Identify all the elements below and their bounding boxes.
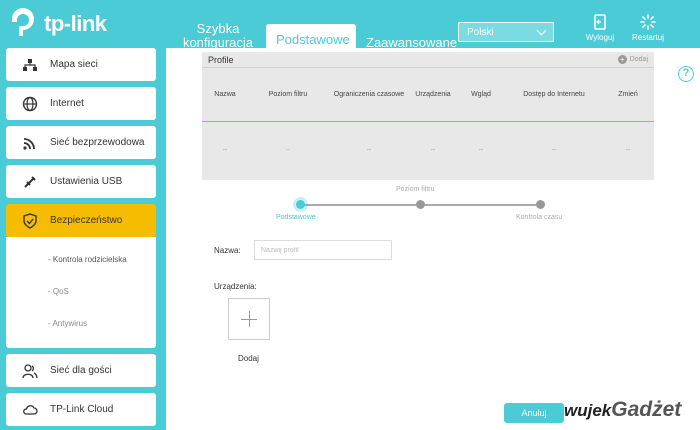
shield-icon	[23, 212, 37, 229]
profile-name-input[interactable]	[254, 240, 392, 260]
brand-name: tp-link	[44, 11, 107, 36]
security-submenu: - Kontrola rodzicielska - QoS - Antywiru…	[6, 237, 156, 348]
step-dot-filter-level	[416, 200, 425, 209]
step-label-filter-level: Poziom filtru	[396, 186, 435, 193]
language-select[interactable]: Polski	[458, 22, 554, 42]
language-value: Polski	[467, 26, 494, 38]
usb-icon	[24, 175, 36, 188]
sidebar-item-security[interactable]: Bezpieczeństwo	[6, 204, 156, 237]
cloud-icon	[23, 404, 38, 415]
table-cell: --	[551, 146, 557, 154]
add-device-label: Dodaj	[238, 354, 259, 363]
step-dot-time-control	[536, 200, 545, 209]
sidebar-item-label: TP-Link Cloud	[50, 404, 114, 415]
name-label: Nazwa:	[214, 246, 241, 255]
cancel-button[interactable]: Anuluj	[504, 403, 564, 423]
sidebar-item-label: Bezpieczeństwo	[50, 215, 123, 226]
step-dot-basic	[296, 200, 305, 209]
table-cell: --	[625, 146, 631, 154]
help-icon[interactable]: ?	[678, 66, 694, 82]
wizard-stepper: Podstawowe Poziom filtru Kontrola czasu	[276, 184, 566, 224]
sidebar-item-label: Ustawienia USB	[50, 176, 123, 187]
sidebar-item-network-map[interactable]: Mapa sieci	[6, 48, 156, 81]
add-profile-button[interactable]: + Dodaj	[617, 55, 648, 64]
restart-label: Restartuj	[631, 33, 664, 42]
profile-table: Profile + Dodaj Nazwa Poziom filtru Ogra…	[202, 52, 654, 180]
table-cell: --	[366, 146, 372, 154]
profile-title: Profile	[208, 54, 234, 65]
submenu-item-antivirus[interactable]: - Antywirus	[6, 311, 156, 343]
watermark-text-a: wujek	[564, 401, 612, 420]
restart-button[interactable]: Restartuj	[628, 14, 668, 42]
column-header: Poziom filtru	[268, 91, 308, 98]
sidebar-item-guest-network[interactable]: Sieć dla gości	[6, 354, 156, 387]
table-header: Nazwa Poziom filtru Ograniczenia czasowe…	[202, 68, 654, 122]
table-cell: --	[478, 146, 484, 154]
column-header: Dostęp do Internetu	[523, 91, 585, 98]
submenu-item-qos[interactable]: - QoS	[6, 279, 156, 311]
watermark-logo: wujekGadżet	[564, 398, 681, 422]
column-header: Ograniczenia czasowe	[333, 91, 405, 98]
table-cell: --	[285, 146, 291, 154]
submenu-item-parental-control[interactable]: - Kontrola rodzicielska	[6, 247, 156, 279]
add-device-button[interactable]	[228, 298, 270, 340]
column-header: Urządzenia	[415, 91, 451, 98]
restart-icon	[640, 14, 656, 30]
sidebar-item-label: Internet	[50, 98, 84, 109]
tp-link-logo-icon	[12, 8, 34, 36]
sidebar-item-label: Sieć bezprzewodowa	[50, 137, 145, 148]
column-header: Nazwa	[214, 91, 236, 98]
add-profile-label: Dodaj	[629, 56, 648, 63]
profile-header: Profile + Dodaj	[202, 52, 654, 68]
table-cell: --	[222, 146, 228, 154]
guests-icon	[22, 363, 38, 378]
sidebar-item-internet[interactable]: Internet	[6, 87, 156, 120]
table-row: -- -- -- -- -- -- --	[202, 122, 654, 178]
tp-link-logo: tp-link	[6, 6, 126, 42]
sidebar-item-label: Sieć dla gości	[50, 365, 112, 376]
sidebar-item-cloud[interactable]: TP-Link Cloud	[6, 393, 156, 426]
table-cell: --	[430, 146, 436, 154]
sidebar-item-wireless[interactable]: Sieć bezprzewodowa	[6, 126, 156, 159]
main-panel: ? Profile + Dodaj Nazwa Poziom filtru Og…	[166, 48, 700, 430]
logout-label: Wyloguj	[585, 33, 615, 42]
sidebar-item-label: Mapa sieci	[50, 59, 98, 70]
watermark-text-b: Gadżet	[611, 398, 682, 421]
logout-icon	[594, 14, 606, 30]
column-header: Zmień	[618, 91, 638, 98]
step-label-basic: Podstawowe	[276, 214, 316, 221]
chevron-down-icon	[536, 25, 547, 35]
globe-icon	[22, 96, 38, 111]
step-label-time-control: Kontrola czasu	[516, 214, 563, 221]
column-header: Wgląd	[471, 91, 491, 98]
wifi-icon	[23, 137, 35, 150]
sidebar: Mapa sieci Internet Sieć bezprzewodowa U…	[6, 48, 156, 430]
logout-button[interactable]: Wyloguj	[580, 14, 620, 42]
sidebar-item-usb[interactable]: Ustawienia USB	[6, 165, 156, 198]
network-map-icon	[23, 58, 37, 71]
devices-label: Urządzenia:	[214, 282, 257, 291]
plus-icon: +	[617, 55, 627, 64]
